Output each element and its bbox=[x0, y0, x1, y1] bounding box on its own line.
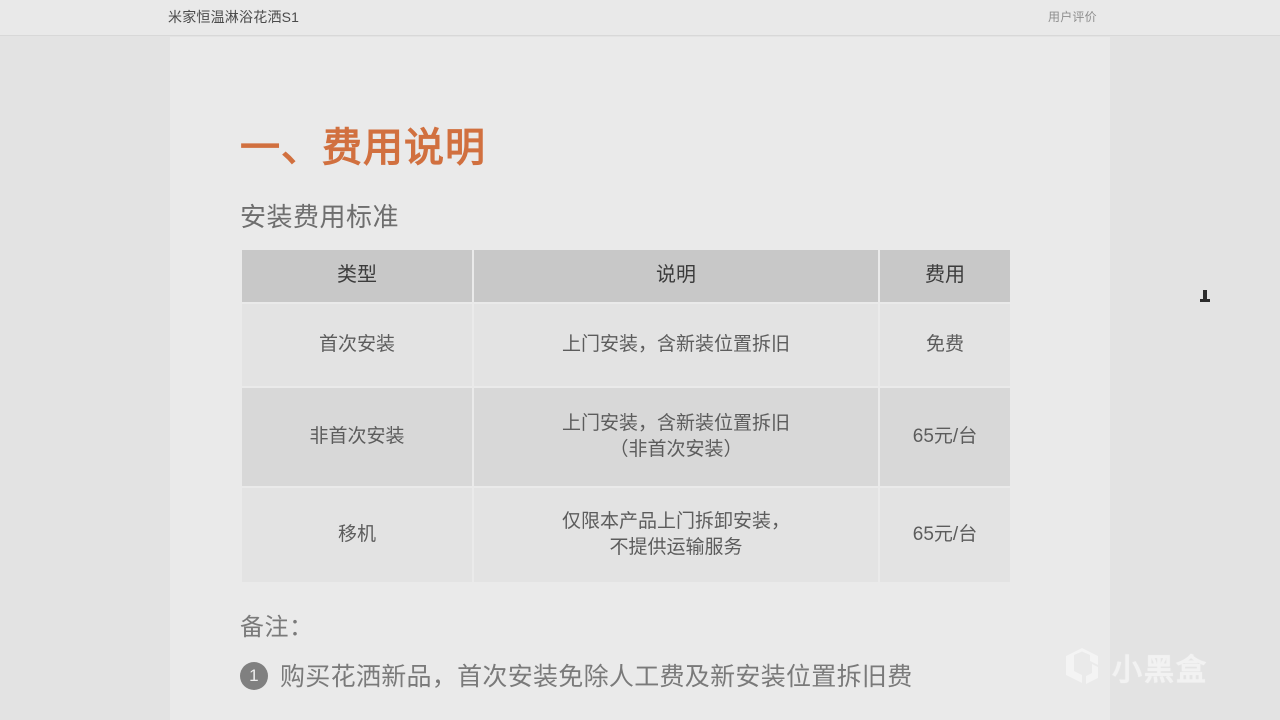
installation-fee-table: 类型 说明 费用 首次安装 上门安装，含新装位置拆旧 免费 非首次安装 上门安装… bbox=[240, 248, 1012, 584]
table-header-row: 类型 说明 费用 bbox=[242, 250, 1010, 302]
note-text: 购买花洒新品，首次安装免除人工费及新安装位置拆旧费 bbox=[280, 663, 913, 691]
cursor-marker bbox=[1200, 290, 1210, 304]
cell-type: 首次安装 bbox=[242, 304, 472, 386]
cell-description-line: 上门安装，含新装位置拆旧 bbox=[561, 412, 790, 434]
cell-description-line: 不提供运输服务 bbox=[609, 537, 743, 558]
cell-type: 非首次安装 bbox=[242, 388, 472, 486]
cursor-marker-base bbox=[1200, 299, 1210, 302]
user-reviews-link[interactable]: 用户评价 bbox=[1048, 8, 1097, 25]
cell-description: 上门安装，含新装位置拆旧 bbox=[474, 304, 878, 386]
table-body: 首次安装 上门安装，含新装位置拆旧 免费 非首次安装 上门安装，含新装位置拆旧 … bbox=[242, 304, 1010, 582]
cell-description: 仅限本产品上门拆卸安装， 不提供运输服务 bbox=[474, 488, 878, 582]
notes-section: 备注： 1 购买花洒新品，首次安装免除人工费及新安装位置拆旧费 bbox=[240, 607, 1040, 696]
cell-description: 上门安装，含新装位置拆旧 （非首次安装） bbox=[474, 388, 878, 486]
cell-fee: 65元/台 bbox=[880, 488, 1010, 582]
cell-fee: 65元/台 bbox=[880, 388, 1010, 486]
notes-label: 备注： bbox=[240, 614, 314, 641]
top-bar: 米家恒温淋浴花洒S1 用户评价 bbox=[0, 0, 1280, 36]
cell-description-line: 上门安装，含新装位置拆旧 bbox=[561, 333, 790, 355]
table-row: 首次安装 上门安装，含新装位置拆旧 免费 bbox=[242, 304, 1010, 386]
table-header: 类型 说明 费用 bbox=[242, 250, 1010, 302]
note-item: 1 购买花洒新品，首次安装免除人工费及新安装位置拆旧费 bbox=[240, 658, 1040, 696]
content-panel: 一、费用说明 安装费用标准 类型 说明 费用 首次安装 上门安装，含新装位置拆旧… bbox=[170, 37, 1110, 720]
cursor-marker-stem bbox=[1203, 290, 1207, 299]
cell-type: 移机 bbox=[242, 488, 472, 582]
table-row: 非首次安装 上门安装，含新装位置拆旧 （非首次安装） 65元/台 bbox=[242, 388, 1010, 486]
subsection-title: 安装费用标准 bbox=[240, 202, 400, 232]
product-title: 米家恒温淋浴花洒S1 bbox=[168, 9, 300, 25]
cell-fee: 免费 bbox=[880, 304, 1010, 386]
screen-viewport: 米家恒温淋浴花洒S1 用户评价 一、费用说明 安装费用标准 类型 说明 费用 首… bbox=[0, 0, 1280, 720]
note-number-badge: 1 bbox=[240, 662, 268, 690]
column-header-type: 类型 bbox=[242, 250, 472, 302]
cell-description-line: 仅限本产品上门拆卸安装， bbox=[561, 510, 790, 532]
column-header-description: 说明 bbox=[474, 250, 878, 302]
column-header-fee: 费用 bbox=[880, 250, 1010, 302]
table-row: 移机 仅限本产品上门拆卸安装， 不提供运输服务 65元/台 bbox=[242, 488, 1010, 582]
watermark-text: 小黑盒 bbox=[1112, 654, 1208, 687]
cell-description-line: （非首次安装） bbox=[609, 439, 743, 460]
section-title: 一、费用说明 bbox=[240, 126, 486, 170]
